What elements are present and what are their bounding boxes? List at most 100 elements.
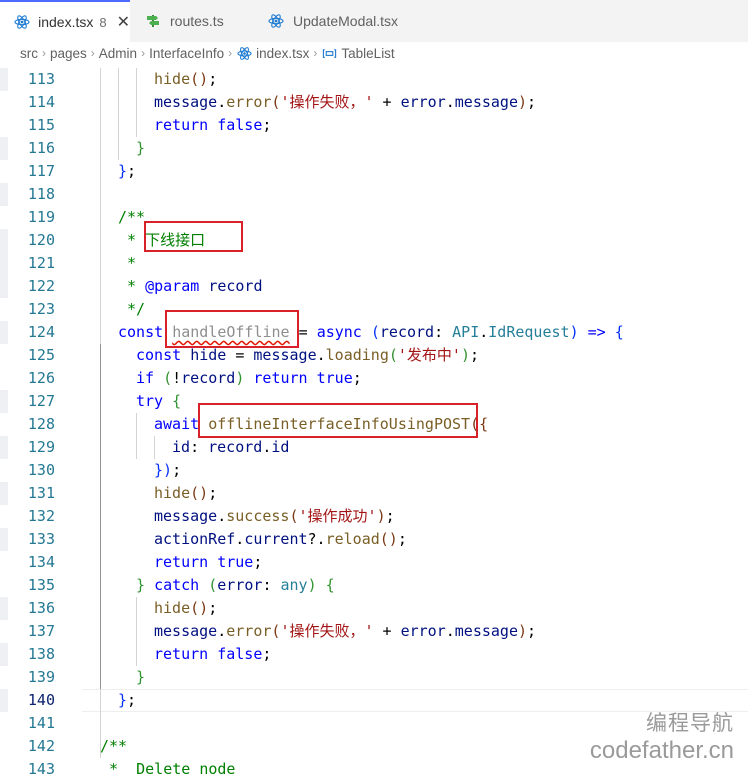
line-number[interactable]: 126	[0, 367, 55, 390]
line-number[interactable]: 115	[0, 114, 55, 137]
code-line[interactable]: 120 * 下线接口	[0, 229, 748, 252]
line-number[interactable]: 133	[0, 528, 55, 551]
code-line[interactable]: 114 message.error('操作失败，' + error.message…	[0, 91, 748, 114]
code-line[interactable]: 121 *	[0, 252, 748, 275]
line-number[interactable]: 141	[0, 712, 55, 735]
tab-index-tsx[interactable]: index.tsx 8 ✕	[0, 0, 130, 42]
code-text[interactable]: };	[118, 689, 136, 712]
code-text[interactable]: }	[136, 137, 145, 160]
code-line[interactable]: 133 actionRef.current?.reload();	[0, 528, 748, 551]
breadcrumb-item[interactable]: Admin	[99, 46, 137, 61]
breadcrumb-item[interactable]: TableList	[341, 46, 394, 61]
code-token: )	[569, 323, 579, 341]
code-text[interactable]: */	[118, 298, 145, 321]
code-text[interactable]: message.error('操作失败，' + error.message);	[154, 91, 536, 114]
line-number[interactable]: 129	[0, 436, 55, 459]
code-line[interactable]: 129 id: record.id	[0, 436, 748, 459]
code-line[interactable]: 115 return false;	[0, 114, 748, 137]
code-line[interactable]: 118	[0, 183, 748, 206]
code-token: (	[163, 369, 173, 387]
code-line[interactable]: 113 hide();	[0, 68, 748, 91]
line-number[interactable]: 140	[0, 689, 55, 712]
code-line[interactable]: 124 const handleOffline = async (record: …	[0, 321, 748, 344]
code-text[interactable]: /**	[118, 206, 145, 229]
code-text[interactable]: return false;	[154, 643, 271, 666]
code-text[interactable]: message.error('操作失败，' + error.message);	[154, 620, 536, 643]
code-line[interactable]: 138 return false;	[0, 643, 748, 666]
line-number[interactable]: 135	[0, 574, 55, 597]
code-text[interactable]: if (!record) return true;	[136, 367, 362, 390]
code-line[interactable]: 125 const hide = message.loading('发布中');	[0, 344, 748, 367]
line-number[interactable]: 137	[0, 620, 55, 643]
code-text[interactable]: return false;	[154, 114, 271, 137]
line-number[interactable]: 138	[0, 643, 55, 666]
code-token: {	[325, 576, 335, 594]
code-text[interactable]: });	[154, 459, 181, 482]
breadcrumb-item[interactable]: InterfaceInfo	[149, 46, 224, 61]
code-line[interactable]: 131 hide();	[0, 482, 748, 505]
line-number[interactable]: 120	[0, 229, 55, 252]
code-text[interactable]: hide();	[154, 482, 217, 505]
code-text[interactable]: * @param record	[118, 275, 262, 298]
breadcrumb-item[interactable]: pages	[50, 46, 87, 61]
code-text[interactable]: };	[118, 160, 136, 183]
code-line[interactable]: 139}	[0, 666, 748, 689]
line-number[interactable]: 123	[0, 298, 55, 321]
code-line[interactable]: 122 * @param record	[0, 275, 748, 298]
breadcrumb-item[interactable]: src	[20, 46, 38, 61]
code-line[interactable]: 136 hide();	[0, 597, 748, 620]
indent-guide	[154, 436, 155, 459]
line-number[interactable]: 122	[0, 275, 55, 298]
line-number[interactable]: 116	[0, 137, 55, 160]
line-number[interactable]: 127	[0, 390, 55, 413]
tab-updatemodal-tsx[interactable]: UpdateModal.tsx	[253, 0, 418, 42]
line-number[interactable]: 128	[0, 413, 55, 436]
line-number[interactable]: 114	[0, 91, 55, 114]
line-number[interactable]: 125	[0, 344, 55, 367]
line-number[interactable]: 139	[0, 666, 55, 689]
line-number[interactable]: 143	[0, 758, 55, 781]
line-number[interactable]: 131	[0, 482, 55, 505]
line-number[interactable]: 124	[0, 321, 55, 344]
code-text[interactable]: try {	[136, 390, 181, 413]
code-text[interactable]: id: record.id	[172, 436, 289, 459]
code-text[interactable]: * Delete node	[100, 758, 235, 781]
code-text[interactable]: return true;	[154, 551, 262, 574]
code-text[interactable]: actionRef.current?.reload();	[154, 528, 407, 551]
code-text[interactable]: /**	[100, 735, 127, 758]
code-line[interactable]: 140};	[0, 689, 748, 712]
line-number[interactable]: 118	[0, 183, 55, 206]
code-line[interactable]: 119 /**	[0, 206, 748, 229]
code-text[interactable]: hide();	[154, 68, 217, 91]
line-number[interactable]: 134	[0, 551, 55, 574]
code-token: await	[154, 415, 200, 433]
tab-routes-ts[interactable]: routes.ts	[130, 0, 253, 42]
code-token: return	[154, 553, 209, 571]
code-text[interactable]: message.success('操作成功');	[154, 505, 395, 528]
code-line[interactable]: 130});	[0, 459, 748, 482]
code-text[interactable]: }	[136, 666, 145, 689]
line-number[interactable]: 132	[0, 505, 55, 528]
line-number[interactable]: 119	[0, 206, 55, 229]
line-number[interactable]: 121	[0, 252, 55, 275]
code-line[interactable]: 126 if (!record) return true;	[0, 367, 748, 390]
line-number[interactable]: 142	[0, 735, 55, 758]
close-icon[interactable]: ✕	[117, 12, 130, 32]
code-line[interactable]: 134 return true;	[0, 551, 748, 574]
line-number[interactable]: 117	[0, 160, 55, 183]
code-line[interactable]: 137 message.error('操作失败，' + error.message…	[0, 620, 748, 643]
line-number[interactable]: 130	[0, 459, 55, 482]
code-line[interactable]: 117};	[0, 160, 748, 183]
line-number[interactable]: 113	[0, 68, 55, 91]
breadcrumb-item[interactable]: index.tsx	[256, 46, 309, 61]
code-text[interactable]: } catch (error: any) {	[136, 574, 335, 597]
code-line[interactable]: 141	[0, 712, 748, 735]
code-line[interactable]: 135 } catch (error: any) {	[0, 574, 748, 597]
code-text[interactable]: *	[118, 252, 136, 275]
code-token: try	[136, 392, 164, 410]
code-line[interactable]: 123 */	[0, 298, 748, 321]
line-number[interactable]: 136	[0, 597, 55, 620]
code-text[interactable]: hide();	[154, 597, 217, 620]
code-line[interactable]: 132 message.success('操作成功');	[0, 505, 748, 528]
code-line[interactable]: 116}	[0, 137, 748, 160]
